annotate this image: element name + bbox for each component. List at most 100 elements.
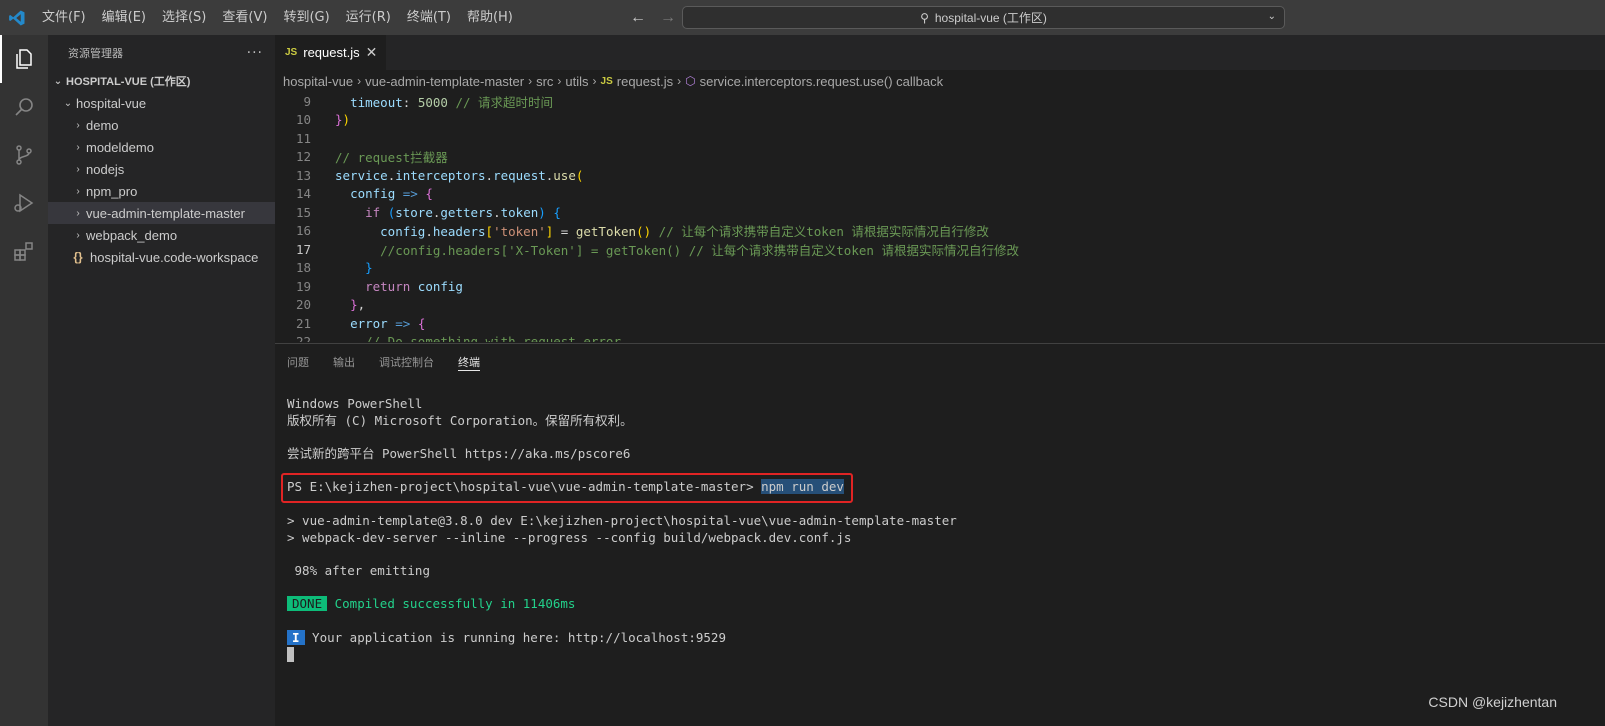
terminal-line: 98% after emitting xyxy=(287,562,430,578)
code-line: 21 error => { xyxy=(275,314,1605,333)
code-line: 22 // Do something with request error xyxy=(275,333,1605,342)
code-line: 17 //config.headers['X-Token'] = getToke… xyxy=(275,240,1605,259)
explorer-sidebar: 资源管理器 ··· ⌄ HOSPITAL-VUE (工作区) ⌄ hospita… xyxy=(48,35,275,726)
breadcrumb-item[interactable]: hospital-vue xyxy=(283,74,353,89)
chevron-right-icon: › xyxy=(76,229,80,241)
sidebar-header: 资源管理器 ··· xyxy=(48,35,275,70)
root-folder-label: hospital-vue xyxy=(76,95,147,111)
menu-terminal[interactable]: 终端(T) xyxy=(399,0,459,35)
tree-item-workspace-file[interactable]: {} hospital-vue.code-workspace xyxy=(48,246,275,268)
forward-arrow-icon[interactable]: → xyxy=(660,9,676,27)
code-text: } xyxy=(365,260,373,276)
breadcrumb-item[interactable]: utils xyxy=(565,74,588,89)
menu-file[interactable]: 文件(F) xyxy=(34,0,94,35)
tab-request-js[interactable]: JS request.js ✕ xyxy=(275,35,386,70)
code-text: }) xyxy=(335,112,351,128)
command-center-label: hospital-vue (工作区) xyxy=(934,11,1047,25)
code-line: 10 }) xyxy=(275,111,1605,130)
code-line: 16 config.headers['token'] = getToken() … xyxy=(275,222,1605,241)
breadcrumb-item[interactable]: vue-admin-template-master xyxy=(365,74,524,89)
terminal-line: Windows PowerShell xyxy=(287,396,423,411)
terminal-done-line: DONE Compiled successfully in 11406ms xyxy=(287,596,957,613)
tab-debug-console[interactable]: 调试控制台 xyxy=(379,344,446,379)
back-arrow-icon[interactable]: ← xyxy=(630,9,646,27)
code-line: 19 return config xyxy=(275,277,1605,296)
highlight-box xyxy=(281,473,853,503)
json-braces-icon: {} xyxy=(73,250,83,264)
terminal-cursor-line xyxy=(287,646,957,663)
code-text: if (store.getters.token) { xyxy=(365,204,561,220)
extensions-icon[interactable] xyxy=(0,227,48,275)
more-actions-icon[interactable]: ··· xyxy=(247,45,263,61)
code-line: 14 config => { xyxy=(275,185,1605,204)
line-number: 19 xyxy=(295,278,311,294)
menu-edit[interactable]: 编辑(E) xyxy=(94,0,154,35)
code-text: service.interceptors.request.use( xyxy=(335,167,584,183)
line-number: 11 xyxy=(295,130,311,146)
tree-item-demo[interactable]: › demo xyxy=(48,114,275,136)
chevron-down-icon: ⌄ xyxy=(63,97,73,109)
workspace-header[interactable]: ⌄ HOSPITAL-VUE (工作区) xyxy=(48,70,275,92)
line-number: 18 xyxy=(295,260,311,276)
tree-item-nodejs[interactable]: › nodejs xyxy=(48,158,275,180)
menu-go[interactable]: 转到(G) xyxy=(275,0,337,35)
run-debug-icon[interactable] xyxy=(0,179,48,227)
menu-run[interactable]: 运行(R) xyxy=(338,0,399,35)
tab-output[interactable]: 输出 xyxy=(333,344,367,379)
search-icon: ⚲ xyxy=(920,10,929,25)
terminal-line: > webpack-dev-server --inline --progress… xyxy=(287,529,852,545)
code-editor[interactable]: 9 timeout: 5000 // 请求超时时间 10 }) 11 12 //… xyxy=(275,92,1605,342)
navigation-arrows: ← → xyxy=(630,0,676,35)
tree-root-folder[interactable]: ⌄ hospital-vue xyxy=(48,92,275,114)
code-line: 12 // request拦截器 xyxy=(275,148,1605,167)
panel-tabs: 问题 输出 调试控制台 终端 xyxy=(275,344,1605,379)
chevron-right-icon: › xyxy=(592,74,597,88)
tree-item-label: demo xyxy=(86,117,119,133)
search-icon[interactable] xyxy=(0,83,48,131)
code-text: //config.headers['X-Token'] = getToken()… xyxy=(380,242,1019,258)
chevron-down-icon[interactable]: ⌄ xyxy=(1268,11,1276,22)
symbol-method-icon: ⬡ xyxy=(685,74,696,88)
tab-problems[interactable]: 问题 xyxy=(287,344,321,379)
code-line: 15 if (store.getters.token) { xyxy=(275,203,1605,222)
tree-item-npm-pro[interactable]: › npm_pro xyxy=(48,180,275,202)
js-file-icon: JS xyxy=(600,75,613,87)
workspace-label: HOSPITAL-VUE (工作区) xyxy=(66,76,191,88)
line-number: 17 xyxy=(295,241,311,257)
chevron-right-icon: › xyxy=(76,163,80,175)
activity-bar xyxy=(0,35,48,726)
chevron-right-icon: › xyxy=(76,119,80,131)
tree-item-modeldemo[interactable]: › modeldemo xyxy=(48,136,275,158)
info-badge: I xyxy=(287,629,305,645)
explorer-icon[interactable] xyxy=(0,35,48,83)
line-number: 12 xyxy=(295,149,311,165)
tree-item-vue-admin-template-master[interactable]: › vue-admin-template-master xyxy=(48,202,275,224)
menu-selection[interactable]: 选择(S) xyxy=(154,0,214,35)
terminal-cursor xyxy=(287,647,294,663)
tree-item-webpack-demo[interactable]: › webpack_demo xyxy=(48,224,275,246)
chevron-right-icon: › xyxy=(528,74,533,88)
command-center[interactable]: ⚲ hospital-vue (工作区) ⌄ xyxy=(682,6,1285,29)
vscode-logo-icon xyxy=(0,0,34,35)
chevron-right-icon: › xyxy=(557,74,562,88)
done-badge: DONE xyxy=(287,596,328,612)
chevron-right-icon: › xyxy=(677,74,682,88)
menu-help[interactable]: 帮助(H) xyxy=(459,0,521,35)
source-control-icon[interactable] xyxy=(0,131,48,179)
terminal-line: 尝试新的跨平台 PowerShell https://aka.ms/pscore… xyxy=(287,446,631,462)
menu-view[interactable]: 查看(V) xyxy=(214,0,275,35)
code-text: // Do something with request error xyxy=(365,334,621,342)
editor-tabs: JS request.js ✕ xyxy=(275,35,1605,70)
breadcrumb-item[interactable]: service.interceptors.request.use() callb… xyxy=(700,74,944,89)
close-icon[interactable]: ✕ xyxy=(366,44,378,61)
breadcrumb-item[interactable]: request.js xyxy=(617,74,673,89)
line-number: 20 xyxy=(295,297,311,313)
code-line: 13 service.interceptors.request.use( xyxy=(275,166,1605,185)
tree-item-label: modeldemo xyxy=(86,139,154,155)
chevron-right-icon: › xyxy=(76,141,80,153)
breadcrumb-item[interactable]: src xyxy=(536,74,553,89)
terminal[interactable]: Windows PowerShell 版权所有 (C) Microsoft Co… xyxy=(281,396,957,663)
tab-terminal[interactable]: 终端 xyxy=(458,344,492,379)
done-text: Compiled successfully in 11406ms xyxy=(327,596,576,612)
